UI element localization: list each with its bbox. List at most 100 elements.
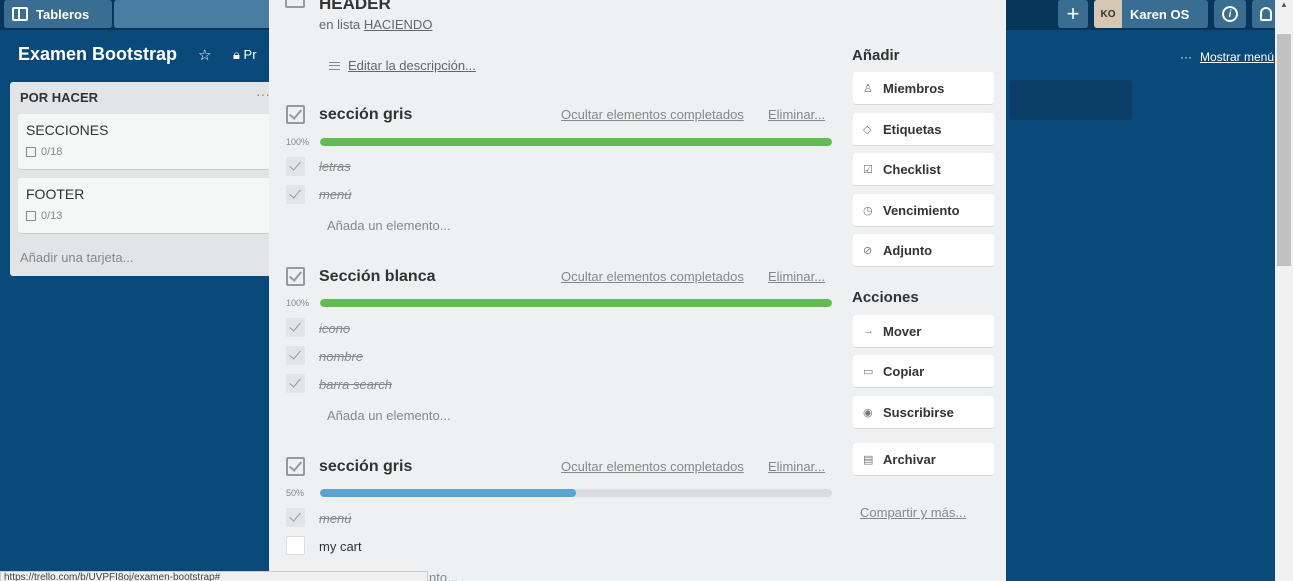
progress-bar xyxy=(320,489,832,497)
progress-label: 100% xyxy=(286,137,310,147)
card-detail-modal: HEADER en lista HACIENDO Editar la descr… xyxy=(269,0,1006,581)
list-por-hacer: POR HACER ··· SECCIONES 0/18 FOOTER 0/13… xyxy=(10,82,280,276)
checklist-item[interactable]: menú xyxy=(319,187,352,202)
star-icon[interactable]: ☆ xyxy=(198,46,211,64)
progress-fill xyxy=(320,489,576,497)
item-checkbox[interactable] xyxy=(286,536,305,555)
button-label: Vencimiento xyxy=(883,202,960,218)
move-button[interactable]: → Mover xyxy=(853,315,994,348)
button-label: Etiquetas xyxy=(883,121,942,137)
checklist-icon: ☑ xyxy=(863,163,873,176)
checklist-icon xyxy=(286,267,305,286)
card-title: SECCIONES xyxy=(26,122,109,138)
boards-button[interactable]: Tableros xyxy=(4,0,112,28)
checklist-title[interactable]: sección gris xyxy=(319,106,412,124)
checklist-badge: 0/13 xyxy=(26,210,62,222)
button-label: Archivar xyxy=(883,451,936,467)
paperclip-icon: ⊘ xyxy=(863,244,873,257)
subscribe-button[interactable]: ◉ Suscribirse xyxy=(853,396,994,429)
scroll-up-icon[interactable]: ▲ xyxy=(1280,0,1288,9)
board-visibility[interactable]: 🔒︎ Pr xyxy=(233,47,257,63)
share-more-link[interactable]: Compartir y más... xyxy=(860,505,966,520)
user-menu-button[interactable]: KO Karen OS xyxy=(1094,0,1208,28)
arrow-right-icon: → xyxy=(863,325,874,337)
add-card-link[interactable]: Añadir una tarjeta... xyxy=(20,250,133,265)
scrollbar-thumb[interactable] xyxy=(1277,34,1291,266)
item-checkbox[interactable] xyxy=(286,508,305,527)
delete-checklist-link[interactable]: Eliminar... xyxy=(768,107,825,122)
boards-label: Tableros xyxy=(36,6,90,22)
attachment-button[interactable]: ⊘ Adjunto xyxy=(853,234,994,267)
tag-icon: ◇ xyxy=(863,123,872,136)
checklist-item[interactable]: nombre xyxy=(319,349,363,364)
add-item-link[interactable]: Añada un elemento... xyxy=(327,408,451,423)
in-list-prefix: en lista xyxy=(319,17,364,32)
visibility-label: Pr xyxy=(243,47,257,62)
badge-count: 0/13 xyxy=(41,210,63,222)
list-card[interactable]: FOOTER 0/13 xyxy=(18,178,273,234)
list-link[interactable]: HACIENDO xyxy=(364,17,433,32)
item-checkbox[interactable] xyxy=(286,346,305,365)
eye-icon: ◉ xyxy=(863,406,873,419)
checklist-item[interactable]: letras xyxy=(319,159,351,174)
list-menu-icon[interactable]: ··· xyxy=(256,86,270,102)
item-checkbox[interactable] xyxy=(286,374,305,393)
card-title: FOOTER xyxy=(26,186,85,202)
user-name: Karen OS xyxy=(1130,6,1190,22)
show-menu-label: Mostrar menú xyxy=(1200,50,1275,64)
boards-icon xyxy=(12,7,28,21)
button-label: Copiar xyxy=(883,363,925,379)
checklist-item[interactable]: menú xyxy=(319,511,352,526)
create-button[interactable]: + xyxy=(1058,0,1088,28)
copy-icon: ▭ xyxy=(863,365,874,378)
search-input[interactable] xyxy=(114,0,274,28)
copy-button[interactable]: ▭ Copiar xyxy=(853,355,994,388)
status-url: https://trello.com/b/UVPFI8oj/examen-boo… xyxy=(0,571,428,581)
checklist-item[interactable]: my cart xyxy=(319,539,362,554)
progress-bar xyxy=(320,138,832,146)
delete-checklist-link[interactable]: Eliminar... xyxy=(768,269,825,284)
edit-description-link[interactable]: Editar la descripción... xyxy=(329,58,476,73)
plus-icon: + xyxy=(1066,1,1080,26)
actions-heading: Acciones xyxy=(852,289,919,306)
hide-completed-link[interactable]: Ocultar elementos completados xyxy=(561,269,744,284)
progress-fill xyxy=(320,138,832,146)
checklist-icon xyxy=(286,105,305,124)
delete-checklist-link[interactable]: Eliminar... xyxy=(768,459,825,474)
edit-description-label: Editar la descripción... xyxy=(348,58,476,73)
button-label: Mover xyxy=(883,323,922,339)
item-checkbox[interactable] xyxy=(286,318,305,337)
list-title[interactable]: POR HACER xyxy=(20,90,98,105)
list-card[interactable]: SECCIONES 0/18 xyxy=(18,114,273,170)
item-checkbox[interactable] xyxy=(286,185,305,204)
button-label: Suscribirse xyxy=(883,404,954,420)
checklist-icon xyxy=(26,147,36,157)
checklist-title[interactable]: sección gris xyxy=(319,458,412,476)
card-title[interactable]: HEADER xyxy=(319,0,391,14)
labels-button[interactable]: ◇ Etiquetas xyxy=(853,113,994,146)
info-button[interactable]: i xyxy=(1214,0,1246,28)
description-icon xyxy=(329,61,340,70)
hide-completed-link[interactable]: Ocultar elementos completados xyxy=(561,459,744,474)
due-date-button[interactable]: ◷ Vencimiento xyxy=(853,194,994,227)
add-item-link[interactable]: nto... xyxy=(429,570,458,581)
hide-completed-link[interactable]: Ocultar elementos completados xyxy=(561,107,744,122)
in-list-label: en lista HACIENDO xyxy=(319,17,432,32)
add-heading: Añadir xyxy=(852,47,900,64)
progress-fill xyxy=(320,299,832,307)
checklist-icon xyxy=(26,211,36,221)
checklist-item[interactable]: barra search xyxy=(319,377,392,392)
archive-button[interactable]: ▤ Archivar xyxy=(853,443,994,476)
members-button[interactable]: ♙ Miembros xyxy=(853,72,994,105)
button-label: Checklist xyxy=(883,161,941,177)
item-checkbox[interactable] xyxy=(286,157,305,176)
add-item-link[interactable]: Añada un elemento... xyxy=(327,218,451,233)
progress-bar xyxy=(320,299,832,307)
checklist-item[interactable]: icono xyxy=(319,321,350,336)
checklist-button[interactable]: ☑ Checklist xyxy=(853,153,994,186)
checklist-title[interactable]: Sección blanca xyxy=(319,268,436,286)
board-title[interactable]: Examen Bootstrap xyxy=(18,44,177,65)
button-label: Adjunto xyxy=(883,242,933,258)
show-menu-link[interactable]: ··· Mostrar menú xyxy=(1180,50,1274,64)
add-list-placeholder[interactable] xyxy=(1010,80,1132,120)
